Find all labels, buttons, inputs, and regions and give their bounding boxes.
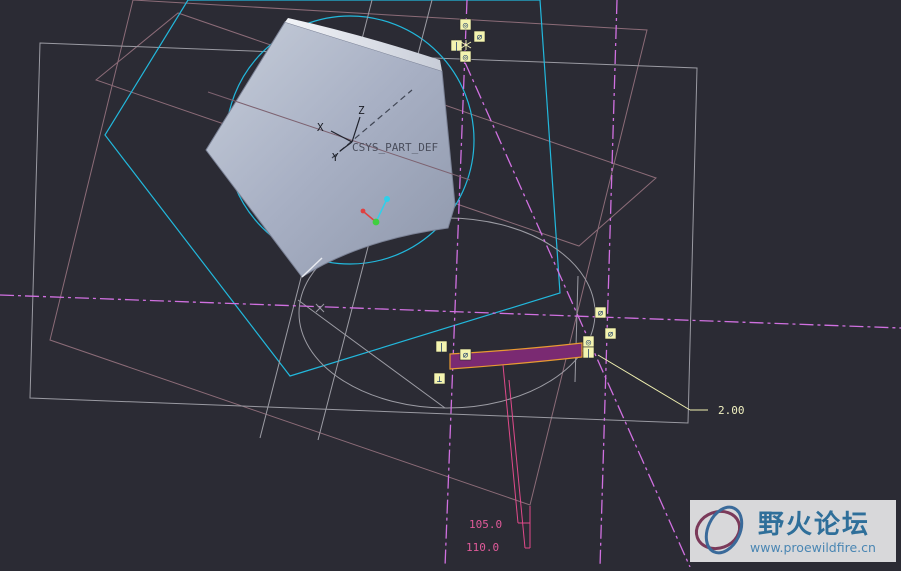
snap-marker [460, 40, 472, 50]
constraint-tangent-right-b[interactable]: ⌀ [604, 327, 617, 340]
vertex-marker [315, 303, 325, 313]
csys-label: CSYS_PART_DEF [352, 141, 438, 154]
horizontal-centerline[interactable] [0, 294, 901, 329]
vertical-centerline-right[interactable] [599, 0, 618, 568]
forum-url: www.proewildfire.cn [750, 540, 876, 555]
csys-axis-x: X [317, 121, 324, 134]
constraint-equal-top[interactable]: ◎ [459, 18, 472, 31]
forum-logo-icon [694, 505, 744, 555]
constraint-tangent-right-a-glyph: ⌀ [598, 309, 604, 319]
constraint-tangent-right-b-glyph: ⌀ [608, 330, 614, 340]
constraint-tangent-left[interactable]: ⌀ [459, 348, 472, 361]
forum-watermark: 野火论坛 www.proewildfire.cn [690, 500, 896, 562]
constraint-vertical-left-glyph: | [439, 343, 444, 353]
csys-axis-y: Y [332, 151, 339, 164]
constraint-tangent-top-glyph: ⌀ [477, 33, 483, 43]
constraint-equal-bottom-glyph: ◎ [463, 53, 469, 63]
constraint-equal-bottom[interactable]: ◎ [459, 50, 472, 63]
forum-title: 野火论坛 [758, 510, 871, 540]
constraint-vertical-left[interactable]: | [435, 340, 448, 353]
constraint-tangent-top[interactable]: ⌀ [473, 30, 486, 43]
constraint-symbols: ◎ ⌀ | ◎ ⌀ ⌀ ◎ | | ⌀ ⊥ [433, 18, 617, 385]
constraint-vertical-right-glyph: | [586, 349, 591, 359]
dim-angle-a[interactable]: 105.0 [469, 518, 502, 531]
constraint-perpendicular-left[interactable]: ⊥ [433, 372, 446, 385]
constraint-equal-right-glyph: ◎ [586, 338, 592, 348]
model-canvas[interactable]: Z X Y CSYS_PART_DEF 2.00 105.0 110.0 ◎ ⌀… [0, 0, 901, 568]
csys-axis-z: Z [358, 104, 365, 117]
dim-angles[interactable]: 105.0 110.0 [466, 364, 531, 554]
dim-thickness-value[interactable]: 2.00 [718, 404, 745, 417]
constraint-vertical-top-glyph: | [454, 42, 459, 52]
constraint-equal-right[interactable]: ◎ [582, 335, 595, 348]
constraint-vertical-right[interactable]: | [582, 346, 595, 359]
dim-angle-b[interactable]: 110.0 [466, 541, 499, 554]
graphics-window[interactable]: Z X Y CSYS_PART_DEF 2.00 105.0 110.0 ◎ ⌀… [0, 0, 901, 568]
constraint-equal-top-glyph: ◎ [463, 21, 469, 31]
constraint-tangent-left-glyph: ⌀ [463, 351, 469, 361]
constraint-tangent-right-a[interactable]: ⌀ [594, 306, 607, 319]
constraint-perpendicular-left-glyph: ⊥ [437, 375, 443, 385]
diagonal-centerline[interactable] [454, 39, 691, 568]
dim-thickness[interactable]: 2.00 [597, 354, 745, 417]
constraint-vertical-top[interactable]: | [450, 39, 463, 52]
